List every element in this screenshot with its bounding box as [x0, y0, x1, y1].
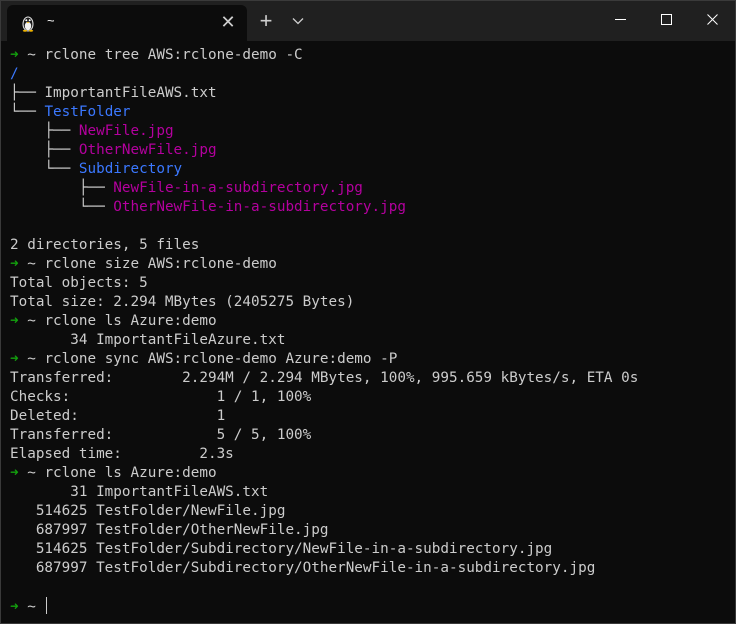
prompt-directory: ~	[27, 47, 36, 63]
tree-file: ImportantFileAWS.txt	[44, 85, 217, 101]
prompt-line-active: ➜ ~	[10, 597, 735, 616]
tree-file: OtherNewFile.jpg	[78, 142, 217, 158]
output-text: Total objects: 5	[10, 275, 148, 291]
close-window-button[interactable]	[689, 1, 735, 37]
output-line: Total size: 2.294 MBytes (2405275 Bytes)	[10, 293, 735, 312]
output-text: Checks: 1 / 1, 100%	[10, 389, 312, 405]
tree-branch: ├──	[10, 180, 114, 196]
output-line: 514625 TestFolder/NewFile.jpg	[10, 502, 735, 521]
prompt-directory: ~	[27, 256, 36, 272]
output-line: 34 ImportantFileAzure.txt	[10, 331, 735, 350]
tux-icon	[22, 16, 34, 32]
prompt-line: ➜ ~ rclone size AWS:rclone-demo	[10, 255, 735, 274]
tree-directory: TestFolder	[44, 104, 131, 120]
prompt-directory: ~	[27, 351, 36, 367]
maximize-button[interactable]	[643, 1, 689, 37]
output-line: 2 directories, 5 files	[10, 236, 735, 255]
tree-file: NewFile-in-a-subdirectory.jpg	[113, 180, 363, 196]
output-text: 687997 TestFolder/Subdirectory/OtherNewF…	[10, 560, 596, 576]
prompt-arrow-icon: ➜	[10, 465, 19, 481]
tree-file: OtherNewFile-in-a-subdirectory.jpg	[113, 199, 406, 215]
output-line: 687997 TestFolder/Subdirectory/OtherNewF…	[10, 559, 735, 578]
tree-branch: └──	[10, 199, 114, 215]
prompt-line: ➜ ~ rclone ls Azure:demo	[10, 464, 735, 483]
maximize-icon	[660, 13, 672, 25]
tree-line: └── OtherNewFile-in-a-subdirectory.jpg	[10, 198, 735, 217]
prompt-directory: ~	[27, 313, 36, 329]
tree-line: ├── OtherNewFile.jpg	[10, 141, 735, 160]
tree-branch: ├──	[10, 123, 79, 139]
tab-dropdown-button[interactable]	[285, 7, 311, 35]
text-cursor	[46, 597, 48, 614]
prompt-arrow-icon: ➜	[10, 256, 19, 272]
output-text: 34 ImportantFileAzure.txt	[10, 332, 286, 348]
tree-directory: /	[10, 66, 19, 82]
close-icon	[706, 13, 718, 25]
output-line: Transferred: 2.294M / 2.294 MBytes, 100%…	[10, 369, 735, 388]
tree-file: NewFile.jpg	[78, 123, 174, 139]
prompt-line: ➜ ~ rclone ls Azure:demo	[10, 312, 735, 331]
tree-branch: └──	[10, 161, 79, 177]
prompt-line: ➜ ~ rclone tree AWS:rclone-demo -C	[10, 46, 735, 65]
output-text: 31 ImportantFileAWS.txt	[10, 484, 269, 500]
prompt-directory: ~	[27, 465, 36, 481]
chevron-down-icon	[292, 18, 304, 25]
output-line: 31 ImportantFileAWS.txt	[10, 483, 735, 502]
tree-branch: ├──	[10, 85, 45, 101]
output-line: 514625 TestFolder/Subdirectory/NewFile-i…	[10, 540, 735, 559]
output-text: 514625 TestFolder/Subdirectory/NewFile-i…	[10, 541, 553, 557]
tree-line: └── TestFolder	[10, 103, 735, 122]
tree-branch: ├──	[10, 142, 79, 158]
output-line: Checks: 1 / 1, 100%	[10, 388, 735, 407]
prompt-arrow-icon: ➜	[10, 351, 19, 367]
title-bar[interactable]: ~ ✕ +	[1, 1, 735, 41]
output-text: 514625 TestFolder/NewFile.jpg	[10, 503, 286, 519]
output-line: Transferred: 5 / 5, 100%	[10, 426, 735, 445]
output-text: Total size: 2.294 MBytes (2405275 Bytes)	[10, 294, 355, 310]
prompt-arrow-icon: ➜	[10, 47, 19, 63]
new-tab-button[interactable]: +	[253, 7, 279, 35]
prompt-arrow-icon: ➜	[10, 599, 19, 615]
output-line: Total objects: 5	[10, 274, 735, 293]
prompt-arrow-icon: ➜	[10, 313, 19, 329]
command-text: rclone size AWS:rclone-demo	[44, 256, 277, 272]
prompt-line: ➜ ~ rclone sync AWS:rclone-demo Azure:de…	[10, 350, 735, 369]
output-line: 687997 TestFolder/OtherNewFile.jpg	[10, 521, 735, 540]
command-text: rclone ls Azure:demo	[44, 313, 217, 329]
output-text: 2 directories, 5 files	[10, 237, 200, 253]
tab-title: ~	[47, 13, 55, 28]
output-text: Transferred: 5 / 5, 100%	[10, 427, 312, 443]
prompt-directory: ~	[27, 599, 36, 615]
output-text: 687997 TestFolder/OtherNewFile.jpg	[10, 522, 329, 538]
tree-line: ├── ImportantFileAWS.txt	[10, 84, 735, 103]
tab-home[interactable]: ~ ✕	[7, 5, 247, 41]
close-tab-icon[interactable]: ✕	[217, 11, 239, 33]
output-text: Elapsed time: 2.3s	[10, 446, 234, 462]
tree-line: /	[10, 65, 735, 84]
output-text: Transferred: 2.294M / 2.294 MBytes, 100%…	[10, 370, 639, 386]
minimize-icon	[614, 18, 626, 20]
minimize-button[interactable]	[597, 1, 643, 37]
terminal-window: ~ ✕ + ➜ ~ rclone tree AWS:rclone-demo -C…	[0, 0, 736, 624]
tree-line: ├── NewFile.jpg	[10, 122, 735, 141]
output-line: Deleted: 1	[10, 407, 735, 426]
tree-line: ├── NewFile-in-a-subdirectory.jpg	[10, 179, 735, 198]
tree-branch: └──	[10, 104, 45, 120]
terminal-output[interactable]: ➜ ~ rclone tree AWS:rclone-demo -C / ├── I…	[10, 46, 735, 623]
command-text: rclone tree AWS:rclone-demo -C	[44, 47, 303, 63]
tree-line: └── Subdirectory	[10, 160, 735, 179]
output-text: Deleted: 1	[10, 408, 226, 424]
command-text: rclone sync AWS:rclone-demo Azure:demo -…	[44, 351, 398, 367]
command-text: rclone ls Azure:demo	[44, 465, 217, 481]
output-line: Elapsed time: 2.3s	[10, 445, 735, 464]
tree-directory: Subdirectory	[78, 161, 183, 177]
